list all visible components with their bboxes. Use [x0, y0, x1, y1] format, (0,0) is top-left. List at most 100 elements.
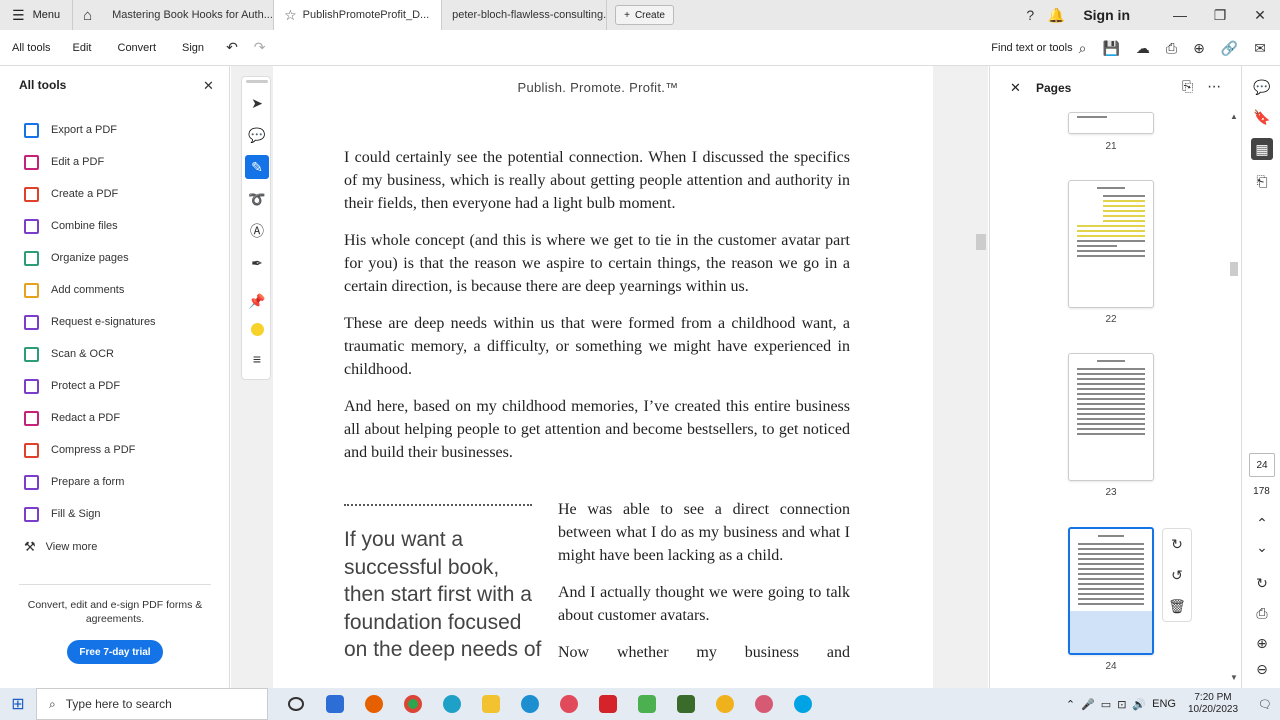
fit-page-icon[interactable]: ⎙ — [1251, 602, 1273, 624]
pages-scrollbar[interactable]: ▲ ▼ — [1230, 112, 1240, 682]
record-app-icon[interactable] — [549, 688, 588, 720]
pin-icon[interactable]: 📌 — [245, 289, 269, 313]
rotate-counterclockwise-icon[interactable]: ↺ — [1163, 560, 1191, 591]
pages-thumbnails-icon[interactable]: ▦ — [1251, 138, 1273, 160]
close-pages-icon[interactable]: ✕ — [1010, 80, 1021, 96]
text-box-icon[interactable]: Ⓐ — [245, 219, 269, 243]
browser-app-icon[interactable] — [705, 688, 744, 720]
tab-publish-promote-profit[interactable]: ☆ PublishPromoteProfit_D... ✕ — [274, 0, 443, 30]
help-icon[interactable]: ? — [1017, 7, 1043, 23]
edge-icon[interactable] — [432, 688, 471, 720]
image-app-icon[interactable] — [666, 688, 705, 720]
zoom-in-icon[interactable]: ⊕ — [1251, 632, 1273, 654]
firefox-icon[interactable] — [354, 688, 393, 720]
more-options-icon[interactable]: ⋯ — [1207, 78, 1221, 95]
find-text-or-tools[interactable]: Find text or tools ⌕ — [991, 40, 1086, 57]
tool-prepare-form[interactable]: Prepare a form — [24, 466, 156, 498]
link-icon[interactable]: 🔗 — [1221, 40, 1238, 57]
toolbar-all-tools[interactable]: All tools — [12, 42, 51, 54]
tool-edit-pdf[interactable]: Edit a PDF — [24, 146, 156, 178]
language-indicator[interactable]: ENG — [1152, 698, 1176, 710]
email-icon[interactable]: ✉ — [1254, 40, 1266, 57]
minimize-icon[interactable]: — — [1160, 7, 1200, 23]
sign-in-button[interactable]: Sign in — [1083, 7, 1130, 23]
skype-icon[interactable] — [783, 688, 822, 720]
clock[interactable]: 7:20 PM 10/20/2023 — [1188, 692, 1238, 716]
paint-app-icon[interactable] — [744, 688, 783, 720]
print-icon[interactable]: ⎙ — [1166, 40, 1177, 57]
toolbar-convert[interactable]: Convert — [118, 42, 157, 54]
document-viewer[interactable]: Publish. Promote. Profit.™ I could certa… — [231, 66, 988, 688]
refresh-icon[interactable]: ↻ — [1251, 572, 1273, 594]
star-icon[interactable]: ☆ — [284, 7, 297, 24]
tab-mastering-book-hooks[interactable]: Mastering Book Hooks for Auth... — [102, 0, 275, 30]
tool-add-comments[interactable]: Add comments — [24, 274, 156, 306]
close-panel-icon[interactable]: ✕ — [203, 78, 214, 94]
drag-handle[interactable] — [246, 80, 268, 83]
free-trial-button[interactable]: Free 7-day trial — [67, 640, 163, 664]
create-button[interactable]: + Create — [615, 5, 674, 25]
windows-start-icon[interactable]: ⊞ — [0, 694, 36, 714]
home-icon[interactable]: ⌂ — [72, 0, 102, 30]
save-icon[interactable]: 💾 — [1102, 40, 1119, 57]
rotate-clockwise-icon[interactable]: ↻ — [1163, 529, 1191, 560]
bookmarks-icon[interactable]: 🔖 — [1251, 106, 1273, 128]
app-icon[interactable] — [510, 688, 549, 720]
comments-panel-icon[interactable]: 💬 — [1251, 76, 1273, 98]
tool-organize-pages[interactable]: Organize pages — [24, 242, 156, 274]
highlight-pen-icon[interactable]: ✎ — [245, 155, 269, 179]
insert-page-icon[interactable]: ⎘ — [1182, 78, 1193, 95]
sign-pen-icon[interactable]: ✒ — [245, 251, 269, 275]
tool-scan-ocr[interactable]: Scan & OCR — [24, 338, 156, 370]
chevron-up-icon[interactable]: ⌃ — [1066, 698, 1075, 711]
page-thumbnail-21[interactable] — [1068, 112, 1154, 134]
volume-icon[interactable]: 🔊 — [1132, 698, 1146, 711]
store-icon[interactable] — [315, 688, 354, 720]
tool-redact-pdf[interactable]: Redact a PDF — [24, 402, 156, 434]
select-cursor-icon[interactable]: ➤ — [245, 91, 269, 115]
more-menu-icon[interactable]: ≡ — [245, 347, 269, 371]
close-window-icon[interactable]: ✕ — [1240, 7, 1280, 24]
notifications-icon[interactable]: 🗨 — [1258, 698, 1272, 711]
page-thumbnail-23[interactable] — [1068, 353, 1154, 481]
toolbar-sign[interactable]: Sign — [182, 42, 204, 54]
color-picker-icon[interactable] — [251, 323, 264, 336]
previous-page-icon[interactable]: ⌃ — [1251, 512, 1273, 534]
tool-protect-pdf[interactable]: Protect a PDF — [24, 370, 156, 402]
tool-compress-pdf[interactable]: Compress a PDF — [24, 434, 156, 466]
acrobat-icon[interactable] — [588, 688, 627, 720]
page-thumbnail-24[interactable] — [1068, 527, 1154, 655]
maximize-icon[interactable]: ❐ — [1200, 7, 1240, 24]
tool-request-esignatures[interactable]: Request e-signatures — [24, 306, 156, 338]
current-page-input[interactable]: 24 — [1249, 453, 1275, 477]
tab-peter-bloch[interactable]: peter-bloch-flawless-consulting... — [442, 0, 608, 30]
cortana-icon[interactable] — [276, 688, 315, 720]
file-explorer-icon[interactable] — [471, 688, 510, 720]
bell-icon[interactable]: 🔔 — [1043, 7, 1069, 24]
undo-icon[interactable]: ↶ — [226, 39, 238, 56]
add-comment-icon[interactable]: 💬 — [245, 123, 269, 147]
tool-export-pdf[interactable]: Export a PDF — [24, 114, 156, 146]
redo-icon[interactable]: ↷ — [254, 39, 266, 56]
chrome-icon[interactable] — [393, 688, 432, 720]
tool-combine-files[interactable]: Combine files — [24, 210, 156, 242]
attachments-icon[interactable]: ⎗ — [1251, 170, 1273, 192]
upload-cloud-icon[interactable]: ☁ — [1136, 40, 1150, 57]
toolbar-edit[interactable]: Edit — [73, 42, 92, 54]
menu-button[interactable]: ☰ Menu — [0, 0, 72, 30]
page-thumbnail-22[interactable] — [1068, 180, 1154, 308]
battery-icon[interactable]: ▭ — [1101, 698, 1111, 711]
draw-lasso-icon[interactable]: ➰ — [245, 187, 269, 211]
microphone-icon[interactable]: 🎤 — [1081, 698, 1095, 711]
document-scrollbar[interactable] — [976, 234, 986, 250]
chat-app-icon[interactable] — [627, 688, 666, 720]
delete-page-icon[interactable]: 🗑 — [1163, 591, 1191, 622]
taskbar-search[interactable]: ⌕ Type here to search — [36, 688, 268, 720]
share-icon[interactable]: ⊕ — [1193, 40, 1205, 57]
network-icon[interactable]: ⊡ — [1117, 698, 1126, 711]
zoom-out-icon[interactable]: ⊖ — [1251, 658, 1273, 680]
next-page-icon[interactable]: ⌄ — [1251, 536, 1273, 558]
tool-create-pdf[interactable]: Create a PDF — [24, 178, 156, 210]
view-more-link[interactable]: ⚒ View more — [24, 530, 156, 564]
tool-fill-sign[interactable]: Fill & Sign — [24, 498, 156, 530]
